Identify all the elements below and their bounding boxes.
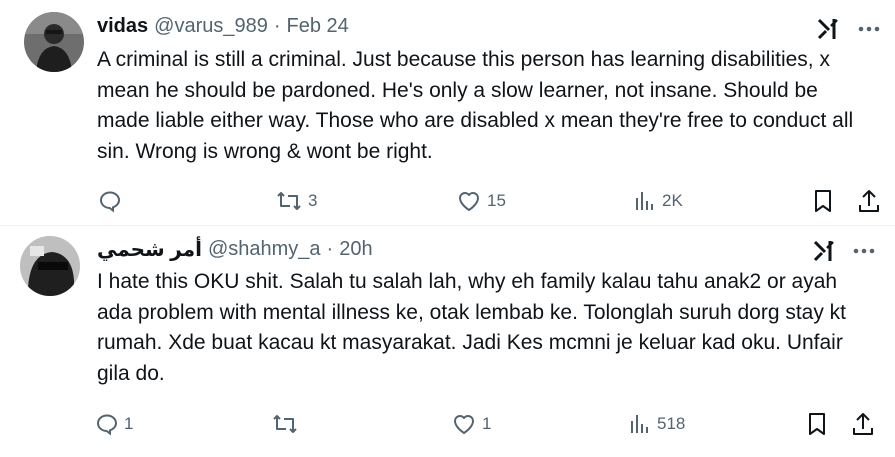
bookmark-icon <box>812 188 834 214</box>
reply-button[interactable] <box>98 187 127 215</box>
post-1[interactable]: vidas @varus_989 · Feb 24 A criminal is … <box>0 0 895 225</box>
user-handle[interactable]: @shahmy_a <box>208 238 321 261</box>
views-count: 2K <box>662 191 683 210</box>
share-icon <box>857 188 881 214</box>
separator-dot: · <box>273 14 281 37</box>
more-icon[interactable] <box>851 238 877 264</box>
share-icon <box>851 411 875 437</box>
repost-icon <box>271 412 299 436</box>
repost-button[interactable] <box>271 410 304 438</box>
grok-icon[interactable] <box>811 238 837 264</box>
reply-count: 1 <box>124 414 134 433</box>
post-text: A criminal is still a criminal. Just bec… <box>97 48 854 163</box>
views-button[interactable]: 518 <box>628 410 685 438</box>
reply-button[interactable]: 1 <box>95 410 133 438</box>
reply-icon <box>98 189 122 213</box>
post-time[interactable]: 20h <box>339 238 372 261</box>
reply-icon <box>95 412 119 436</box>
post-header: vidas @varus_989 · Feb 24 <box>97 12 349 40</box>
bookmark-button[interactable] <box>806 410 828 438</box>
views-count: 518 <box>657 414 686 433</box>
grok-icon[interactable] <box>815 16 841 42</box>
avatar[interactable] <box>20 236 80 296</box>
separator-dot: · <box>326 237 334 260</box>
display-name[interactable]: أمر شحمي <box>97 237 202 262</box>
more-icon[interactable] <box>856 16 882 42</box>
share-button[interactable] <box>851 410 875 438</box>
post-2[interactable]: أمر شحمي @shahmy_a · 20h I hate this OKU… <box>0 226 895 457</box>
post-time[interactable]: Feb 24 <box>287 15 349 38</box>
views-icon <box>628 412 652 436</box>
bookmark-icon <box>806 411 828 437</box>
views-button[interactable]: 2K <box>633 187 683 215</box>
user-handle[interactable]: @varus_989 <box>154 15 268 38</box>
like-count: 1 <box>482 414 492 433</box>
avatar[interactable] <box>24 12 84 72</box>
repost-button[interactable]: 3 <box>275 187 317 215</box>
like-icon <box>451 412 477 436</box>
like-button[interactable]: 1 <box>451 410 491 438</box>
views-icon <box>633 189 657 213</box>
repost-count: 3 <box>308 191 318 210</box>
bookmark-button[interactable] <box>812 187 834 215</box>
post-header: أمر شحمي @shahmy_a · 20h <box>97 235 373 263</box>
like-count: 15 <box>487 191 506 210</box>
display-name[interactable]: vidas <box>97 15 148 38</box>
like-button[interactable]: 15 <box>456 187 506 215</box>
share-button[interactable] <box>857 187 881 215</box>
post-text: I hate this OKU shit. Salah tu salah lah… <box>97 270 847 385</box>
like-icon <box>456 189 482 213</box>
repost-icon <box>275 189 303 213</box>
